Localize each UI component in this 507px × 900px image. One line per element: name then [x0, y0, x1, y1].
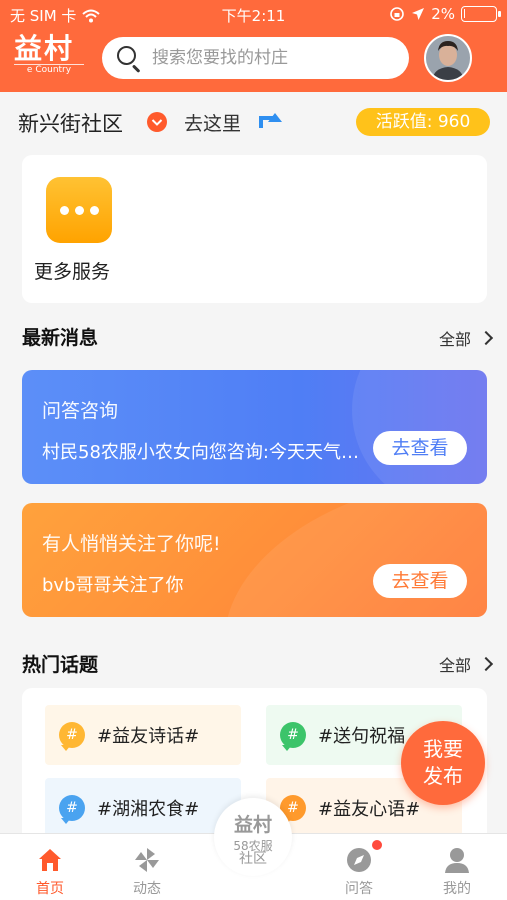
tab-feed-label: 动态: [133, 881, 161, 897]
location-arrow-icon: [412, 8, 425, 20]
community-name[interactable]: 新兴街社区: [18, 108, 123, 138]
publish-button[interactable]: 我要 发布: [401, 721, 485, 805]
user-avatar[interactable]: [424, 34, 472, 82]
user-icon: [443, 846, 471, 874]
tab-qa[interactable]: 问答: [309, 834, 409, 900]
chevron-right-icon: [478, 330, 494, 346]
activity-badge: 活跃值: 960: [356, 108, 490, 136]
avatar-image: [426, 36, 470, 80]
news-section-title: 最新消息: [22, 327, 99, 349]
search-icon: [116, 45, 142, 73]
tab-qa-label: 问答: [345, 881, 373, 897]
tab-home[interactable]: 首页: [0, 834, 100, 900]
tab-mine[interactable]: 我的: [407, 834, 507, 900]
topic-item[interactable]: # #益友诗话#: [45, 705, 241, 765]
message-card-qa[interactable]: 问答咨询 村民58农服小农女向您咨询:今天天气怎么样 去查看: [22, 370, 487, 484]
topic-label: #益友心语#: [318, 799, 421, 820]
search-input[interactable]: [152, 48, 392, 68]
topic-hash-icon: #: [59, 795, 85, 824]
notification-dot: [372, 840, 382, 850]
topic-item[interactable]: # #湖湘农食#: [45, 778, 241, 838]
news-view-all[interactable]: 全部: [439, 326, 494, 350]
status-bar: 无 SIM 卡 下午2:11 2%: [0, 0, 507, 28]
dropdown-chevron-icon[interactable]: [147, 112, 167, 132]
message-text: bvb哥哥关注了你: [42, 575, 184, 596]
message-title: 问答咨询: [42, 400, 119, 422]
news-view-all-label[interactable]: 全部: [439, 326, 471, 350]
topic-label: #湖湘农食#: [97, 799, 200, 820]
message-card-follow[interactable]: 有人悄悄关注了你呢! bvb哥哥关注了你 去查看: [22, 503, 487, 617]
topics-view-all-label[interactable]: 全部: [439, 652, 471, 676]
location-row: 新兴街社区 去这里 活跃值: 960: [0, 92, 507, 150]
tab-feed[interactable]: 动态: [97, 834, 197, 900]
pinwheel-icon: [133, 846, 161, 874]
tab-community-label[interactable]: 社区: [214, 848, 292, 868]
more-services-icon[interactable]: [46, 177, 112, 243]
chevron-right-icon: [478, 656, 494, 672]
topics-view-all[interactable]: 全部: [439, 652, 494, 676]
services-card: 更多服务: [22, 155, 487, 303]
battery-icon: [461, 6, 501, 22]
topic-label: #益友诗话#: [97, 726, 200, 747]
topic-label: #送句祝福: [318, 726, 406, 747]
topic-hash-icon: #: [280, 722, 306, 751]
goto-link[interactable]: 去这里: [184, 109, 241, 136]
compass-icon: [345, 846, 373, 874]
view-message-button[interactable]: 去查看: [373, 431, 467, 465]
battery-percent: 2%: [431, 5, 455, 23]
app-logo: 益村 e Country: [14, 34, 86, 78]
header-bar: 无 SIM 卡 下午2:11 2% 益村 e Country: [0, 0, 507, 92]
message-title: 有人悄悄关注了你呢!: [42, 533, 221, 555]
home-icon: [36, 846, 64, 874]
publish-label-1: 我要: [423, 737, 463, 761]
publish-label-2: 发布: [423, 764, 463, 788]
search-bar[interactable]: [102, 37, 409, 79]
tab-home-label: 首页: [36, 881, 64, 897]
navigate-turn-icon[interactable]: [258, 104, 284, 130]
orientation-lock-icon: [390, 7, 405, 21]
tab-mine-label: 我的: [443, 881, 471, 897]
more-services-label[interactable]: 更多服务: [34, 257, 110, 284]
message-text: 村民58农服小农女向您咨询:今天天气怎么样: [42, 442, 362, 463]
topics-section-title: 热门话题: [22, 654, 99, 676]
view-follow-button[interactable]: 去查看: [373, 564, 467, 598]
center-tab-logo: 益村: [233, 814, 272, 836]
topic-hash-icon: #: [59, 722, 85, 751]
